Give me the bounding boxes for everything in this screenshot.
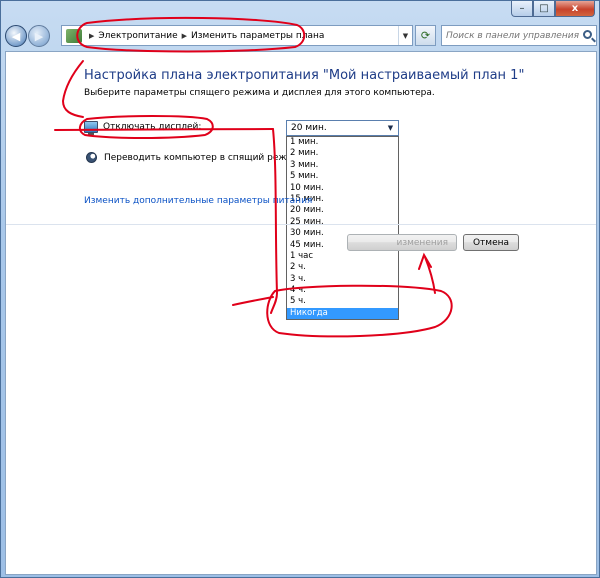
dropdown-option[interactable]: 5 мин. (287, 171, 398, 182)
display-timeout-dropdown: 1 мин. 2 мин. 3 мин. 5 мин. 10 мин. 15 мин. 20… (286, 136, 399, 321)
dropdown-option[interactable]: 1 час (287, 251, 398, 262)
display-timeout-value: 20 мин. (291, 123, 327, 133)
dropdown-option[interactable]: 2 ч. (287, 262, 398, 273)
dropdown-option[interactable]: 10 мин. (287, 183, 398, 194)
save-changes-button[interactable]: изменения (347, 234, 457, 251)
advanced-settings-link[interactable]: Изменить дополнительные параметры питани… (84, 196, 312, 206)
search-box[interactable] (441, 25, 597, 46)
dropdown-option[interactable]: Никогда (287, 307, 398, 320)
address-bar[interactable]: ▶ Электропитание ▶ Изменить параметры пл… (61, 25, 413, 46)
dropdown-option[interactable]: 4 ч. (287, 285, 398, 296)
caption-buttons: – □ x (511, 1, 595, 18)
maximize-button[interactable]: □ (533, 1, 555, 17)
dropdown-option[interactable]: 3 ч. (287, 274, 398, 285)
address-history-dropdown[interactable]: ▼ (398, 26, 412, 45)
close-button[interactable]: x (555, 1, 595, 17)
breadcrumb-edit-plan[interactable]: Изменить параметры плана (191, 31, 324, 41)
display-timeout-select[interactable]: 20 мин. ▼ (286, 120, 399, 136)
search-input[interactable] (446, 27, 582, 44)
cancel-button[interactable]: Отмена (463, 234, 519, 251)
dropdown-option[interactable]: 1 мин. (287, 137, 398, 148)
search-icon[interactable] (583, 30, 592, 39)
display-setting-row: Отключать дисплей: (84, 121, 202, 135)
control-panel-icon (66, 28, 82, 43)
page-subtitle: Выберите параметры спящего режима и дисп… (84, 88, 435, 98)
forward-button[interactable]: ▶ (28, 25, 50, 47)
chevron-down-icon: ▼ (387, 124, 394, 132)
window: – □ x ◀ ▶ ▶ Электропитание ▶ Изменить па… (0, 0, 600, 578)
chevron-down-icon: ▼ (402, 31, 409, 40)
dropdown-option[interactable]: 2 мин. (287, 148, 398, 159)
breadcrumb-separator-icon: ▶ (181, 31, 188, 40)
dropdown-option[interactable]: 20 мин. (287, 205, 398, 216)
dropdown-option[interactable]: 5 ч. (287, 296, 398, 307)
sleep-label: Переводить компьютер в спящий режим: (104, 152, 303, 163)
page-title: Настройка плана электропитания "Мой наст… (84, 68, 525, 83)
back-button[interactable]: ◀ (5, 25, 27, 47)
minimize-button[interactable]: – (511, 1, 533, 17)
breadcrumb-separator-icon: ▶ (89, 31, 95, 40)
refresh-button[interactable]: ⟳ (415, 25, 436, 46)
display-label: Отключать дисплей: (103, 122, 202, 132)
content-area: Настройка плана электропитания "Мой наст… (5, 51, 597, 575)
breadcrumb-power-options[interactable]: Электропитание (98, 31, 177, 41)
refresh-icon: ⟳ (420, 29, 431, 42)
navigation-bar: ◀ ▶ ▶ Электропитание ▶ Изменить параметр… (5, 23, 597, 49)
dropdown-option[interactable]: 3 мин. (287, 160, 398, 171)
moon-icon (86, 152, 97, 163)
forward-arrow-icon: ▶ (34, 29, 44, 43)
sleep-setting-row: Переводить компьютер в спящий режим: (84, 152, 302, 163)
divider (6, 224, 596, 225)
dropdown-option[interactable]: 25 мин. (287, 217, 398, 228)
monitor-icon (84, 121, 98, 135)
back-arrow-icon: ◀ (11, 29, 21, 43)
